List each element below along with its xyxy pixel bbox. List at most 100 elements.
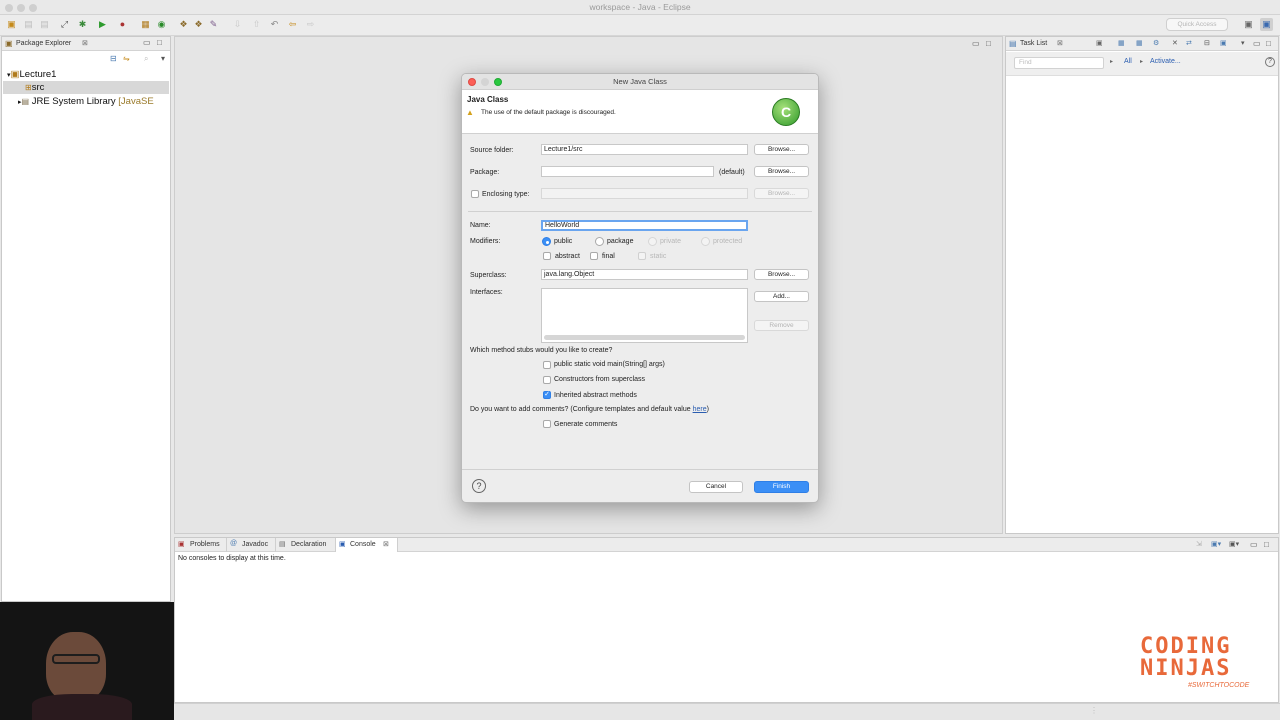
sync-icon[interactable]: ⇄ — [1186, 37, 1192, 51]
name-field[interactable]: HelloWorld — [541, 220, 748, 231]
java-perspective-icon[interactable]: ▣ — [1260, 18, 1273, 31]
activate-link[interactable]: Activate... — [1150, 58, 1181, 65]
tab-javadoc[interactable]: Javadoc — [242, 538, 268, 552]
tab-console-active[interactable]: ▣ Console ⊠ — [335, 538, 398, 552]
last-edit-icon[interactable]: ↶ — [268, 18, 281, 31]
scheduled-icon[interactable]: ▦ — [1136, 37, 1143, 51]
package-radio[interactable] — [595, 237, 604, 246]
final-checkbox[interactable] — [590, 252, 598, 260]
help-icon[interactable]: ? — [1265, 57, 1275, 67]
run-icon[interactable]: ▶ — [96, 18, 109, 31]
tree-item-project[interactable]: ▾▣Lecture1 — [7, 68, 56, 82]
open-task-icon[interactable]: ❖ — [192, 18, 205, 31]
finish-button[interactable]: Finish — [754, 481, 809, 493]
editor-maximize-icon[interactable]: □ — [986, 38, 991, 50]
new-java-class-icon[interactable]: ◉ — [155, 18, 168, 31]
enclosing-type-browse-button[interactable]: Browse... — [754, 188, 809, 199]
next-annotation-icon[interactable]: ⇩ — [231, 18, 244, 31]
hide-completed-icon[interactable]: ⚙ — [1153, 37, 1159, 51]
tab-declaration[interactable]: Declaration — [291, 538, 326, 552]
back-icon[interactable]: ⇦ — [286, 18, 299, 31]
collapse-icon[interactable]: ✕ — [1172, 37, 1178, 51]
all-link[interactable]: All — [1124, 58, 1132, 65]
tree-item-src[interactable]: ⊞src — [3, 81, 169, 94]
tree-item-jre[interactable]: ▸▤ JRE System Library [JavaSE — [18, 95, 154, 109]
quick-access-input[interactable]: Quick Access — [1166, 18, 1228, 31]
link-editor-icon[interactable]: ⇋ — [123, 54, 130, 63]
help-icon[interactable]: ? — [472, 479, 486, 493]
package-browse-button[interactable]: Browse... — [754, 166, 809, 177]
save-all-icon[interactable]: ▤ — [38, 18, 51, 31]
minimize-icon[interactable]: ▭ — [1253, 38, 1261, 50]
dialog-titlebar: New Java Class — [462, 74, 818, 90]
private-radio[interactable] — [648, 237, 657, 246]
task-find-input[interactable]: Find — [1014, 57, 1104, 69]
interfaces-remove-button[interactable]: Remove — [754, 320, 809, 331]
open-type-icon[interactable]: ❖ — [177, 18, 190, 31]
interfaces-add-button[interactable]: Add... — [754, 291, 809, 302]
close-tab-icon[interactable]: ⊠ — [82, 37, 88, 51]
new-java-project-icon[interactable]: ▦ — [139, 18, 152, 31]
protected-radio[interactable] — [701, 237, 710, 246]
constructors-checkbox[interactable] — [543, 376, 551, 384]
search-icon[interactable]: ✎ — [207, 18, 220, 31]
main-method-label: public static void main(String[] args) — [554, 361, 665, 368]
presenter-shirt — [32, 694, 132, 720]
previous-annotation-icon[interactable]: ⇧ — [250, 18, 263, 31]
dialog-title: New Java Class — [613, 77, 667, 86]
new-icon[interactable]: ▣ — [5, 18, 18, 31]
task-filter-bar: Find ▸ All ▸ Activate... ? — [1006, 52, 1278, 76]
minimize-icon[interactable]: ▭ — [1250, 539, 1258, 551]
focus-icon[interactable]: ⌕ — [144, 54, 148, 64]
skip-breakpoints-icon[interactable]: ⤢ — [58, 18, 71, 31]
maximize-icon[interactable]: □ — [1264, 539, 1269, 551]
cancel-button[interactable]: Cancel — [689, 481, 743, 493]
interfaces-list[interactable] — [541, 288, 748, 343]
minimize-icon[interactable]: ▭ — [143, 37, 151, 49]
save-icon[interactable]: ▤ — [22, 18, 35, 31]
display-console-icon[interactable]: ▣▾ — [1211, 538, 1221, 552]
enclosing-type-checkbox[interactable] — [471, 190, 479, 198]
external-tools-icon[interactable]: ● — [116, 18, 129, 31]
forward-icon[interactable]: ⇨ — [304, 18, 317, 31]
close-tab-icon[interactable]: ⊠ — [383, 538, 389, 552]
library-label: JRE System Library — [31, 96, 116, 107]
focus-icon[interactable]: ⊟ — [1204, 37, 1210, 51]
configure-templates-link[interactable]: here — [693, 406, 707, 413]
tab-package-explorer[interactable]: Package Explorer — [16, 37, 71, 51]
editor-minimize-icon[interactable]: ▭ — [972, 38, 980, 50]
maximize-icon[interactable]: □ — [157, 37, 162, 49]
name-label: Name: — [470, 222, 491, 229]
source-folder-field[interactable]: Lecture1/src — [541, 144, 748, 155]
generate-comments-checkbox[interactable] — [543, 420, 551, 428]
enclosing-type-field[interactable] — [541, 188, 748, 199]
source-folder-browse-button[interactable]: Browse... — [754, 144, 809, 155]
watermark-line1: CODING — [1140, 634, 1232, 659]
tab-task-list[interactable]: Task List — [1020, 37, 1047, 51]
inherited-methods-checkbox[interactable]: ✓ — [543, 391, 551, 399]
view-menu-icon[interactable]: ▾ — [1241, 37, 1245, 51]
open-perspective-icon[interactable]: ▣ — [1242, 18, 1255, 31]
interfaces-scrollbar[interactable] — [544, 335, 745, 340]
close-tab-icon[interactable]: ⊠ — [1057, 37, 1063, 51]
pin-console-icon[interactable]: ⇲ — [1196, 538, 1202, 552]
collapse-all-icon[interactable]: ⊟ — [110, 54, 117, 63]
superclass-browse-button[interactable]: Browse... — [754, 269, 809, 280]
debug-icon[interactable]: ✱ — [76, 18, 89, 31]
source-folder-label: Source folder: — [470, 147, 514, 154]
maximize-icon[interactable]: □ — [1266, 38, 1271, 50]
abstract-checkbox[interactable] — [543, 252, 551, 260]
package-field[interactable] — [541, 166, 714, 177]
static-checkbox[interactable] — [638, 252, 646, 260]
categorized-icon[interactable]: ▦ — [1118, 37, 1125, 51]
superclass-field[interactable]: java.lang.Object — [541, 269, 748, 280]
warning-icon: ▲ — [466, 108, 474, 117]
public-radio[interactable] — [542, 237, 551, 246]
tab-problems[interactable]: Problems — [190, 538, 220, 552]
view-menu-icon[interactable]: ▾ — [161, 54, 165, 63]
new-task-icon[interactable]: ▣ — [1096, 37, 1103, 51]
open-console-icon[interactable]: ▣▾ — [1229, 538, 1239, 552]
declaration-icon: ▤ — [279, 541, 286, 548]
main-method-checkbox[interactable] — [543, 361, 551, 369]
repository-icon[interactable]: ▣ — [1220, 37, 1227, 51]
